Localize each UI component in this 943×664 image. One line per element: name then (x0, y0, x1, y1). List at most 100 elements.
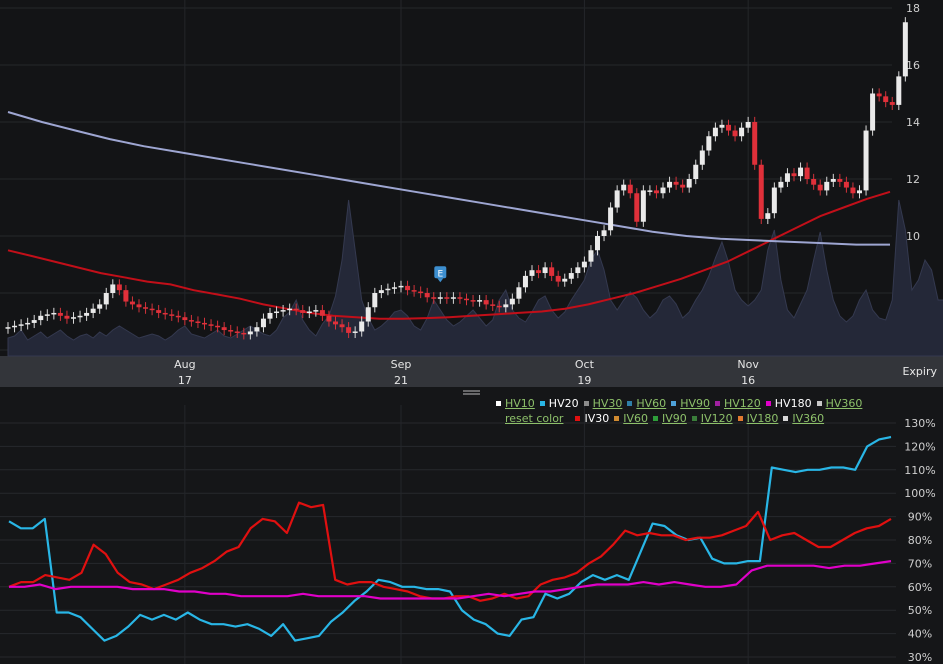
candle-body (385, 288, 391, 291)
month-day-label: 19 (577, 374, 591, 387)
candle-body (293, 308, 299, 311)
price-tick-label: 14 (906, 116, 920, 129)
price-tick-label: 10 (906, 230, 920, 243)
legend-swatch (671, 401, 677, 406)
candle-body (437, 297, 443, 299)
candle-body (51, 312, 57, 315)
legend-swatch (653, 416, 659, 421)
candle-body (208, 324, 214, 326)
candle-body (188, 320, 194, 322)
reset-color-link[interactable]: reset color (505, 412, 563, 425)
candle-body (719, 124, 725, 128)
legend-item-hv120[interactable]: HV120 (714, 397, 761, 410)
candle-body (346, 327, 352, 333)
legend-swatch (691, 416, 697, 421)
legend-item-hv20[interactable]: HV20 (539, 397, 579, 410)
candle-body (136, 304, 142, 308)
candle-body (405, 285, 411, 291)
vol-tick-label: 80% (908, 534, 932, 547)
candle-body (784, 173, 790, 182)
candle-body (116, 284, 122, 291)
legend-label: HV120 (723, 397, 761, 410)
candle-body (221, 327, 227, 331)
candle-body (830, 179, 836, 182)
candle-body (333, 321, 338, 325)
vol-tick-label: 90% (908, 511, 932, 524)
month-label: Aug (174, 358, 195, 371)
candle-body (758, 164, 764, 219)
candle-body (143, 307, 149, 309)
candle-body (857, 190, 862, 194)
candle-body (653, 190, 659, 194)
legend-label: IV90 (662, 412, 687, 425)
candle-body (562, 278, 568, 282)
candle-body (640, 190, 646, 222)
candle-body (588, 250, 594, 262)
legend-label: HV60 (636, 397, 667, 410)
vol-tick-label: 30% (908, 651, 932, 664)
candle-body (575, 267, 581, 274)
candle-body (77, 315, 83, 318)
legend-item-iv90[interactable]: IV90 (653, 412, 687, 425)
legend-label: HV30 (592, 397, 623, 410)
legend-label: HV20 (548, 397, 579, 410)
candle-body (889, 102, 895, 105)
candle-body (90, 308, 96, 313)
candle-body (175, 315, 181, 318)
legend-swatch (496, 401, 501, 406)
candle-body (71, 317, 76, 319)
candle-body (490, 304, 496, 306)
candle-body (896, 76, 902, 105)
legend-item-hv60[interactable]: HV60 (627, 397, 666, 410)
legend-item-iv180[interactable]: IV180 (737, 412, 779, 425)
candle-body (228, 330, 234, 332)
candle-body (169, 314, 175, 316)
candle-body (771, 187, 777, 214)
legend-item-hv180[interactable]: HV180 (765, 397, 812, 410)
candle-body (149, 308, 155, 311)
candle-body (84, 312, 90, 316)
legend-label: IV180 (746, 412, 779, 425)
legend-item-hv10[interactable]: HV10 (496, 397, 535, 410)
legend-item-hv30[interactable]: HV30 (583, 397, 623, 410)
candle-body (811, 179, 817, 185)
candle-body (529, 270, 535, 276)
legend-item-hv360[interactable]: HV360 (816, 397, 862, 410)
candle-body (765, 213, 771, 219)
candle-body (398, 285, 404, 288)
earnings-marker-label: E (437, 269, 443, 279)
vol-tick-label: 120% (904, 440, 935, 453)
month-label: Nov (737, 358, 759, 371)
candle-body (234, 331, 240, 333)
legend-item-iv30[interactable]: IV30 (575, 412, 609, 425)
legend-item-hv90[interactable]: HV90 (671, 397, 710, 410)
candle-body (824, 181, 830, 191)
candle-body (129, 301, 135, 305)
candle-body (726, 124, 731, 131)
candle-body (732, 130, 738, 137)
candle-body (581, 261, 587, 268)
candle-body (195, 321, 201, 323)
legend-label: HV90 (680, 397, 710, 410)
candle-body (326, 315, 332, 322)
candle-body (215, 325, 221, 328)
legend-label: IV120 (700, 412, 733, 425)
candle-body (5, 327, 11, 329)
candle-body (555, 275, 561, 282)
legend-swatch (575, 416, 581, 421)
candle-body (38, 315, 44, 321)
legend-swatch (737, 416, 743, 421)
candle-body (522, 275, 528, 288)
candle-body (804, 167, 810, 179)
price-tick-label: 12 (906, 173, 920, 186)
legend-item-iv120[interactable]: IV120 (691, 412, 733, 425)
candle-body (260, 318, 266, 328)
legend-item-iv360[interactable]: IV360 (783, 412, 824, 425)
month-day-label: 21 (394, 374, 408, 387)
candle-body (418, 291, 424, 294)
legend-label: IV360 (792, 412, 825, 425)
candle-body (660, 187, 666, 194)
month-label: Oct (575, 358, 595, 371)
candle-body (162, 312, 168, 315)
legend-item-iv60[interactable]: IV60 (614, 412, 648, 425)
